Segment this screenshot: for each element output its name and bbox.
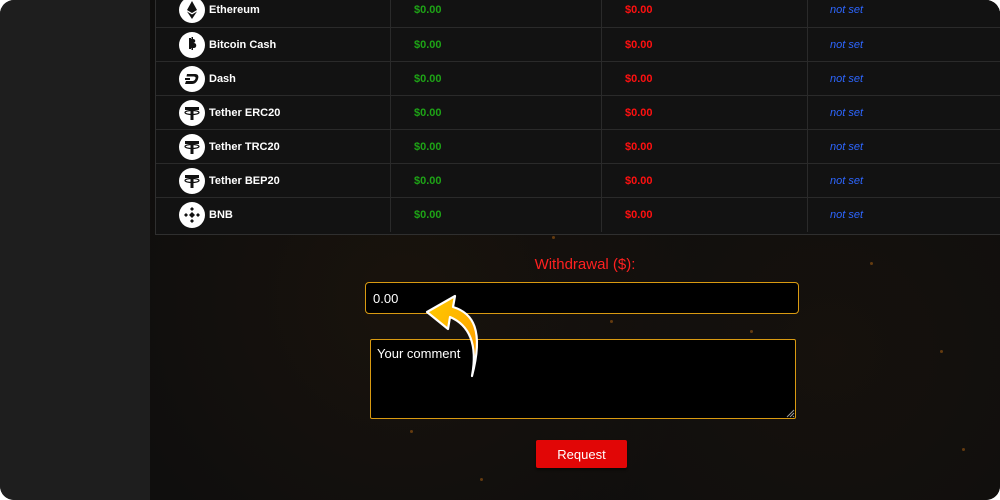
wallet-status[interactable]: not set	[807, 0, 1000, 27]
tether-icon	[179, 100, 205, 126]
background-particle	[610, 320, 613, 323]
crypto-name: BNB	[209, 209, 233, 221]
wallet-status[interactable]: not set	[807, 198, 1000, 232]
background-particle	[750, 330, 753, 333]
background-particle	[870, 262, 873, 265]
table-row: Bitcoin Cash $0.00 $0.00 not set	[156, 27, 1000, 62]
table-row: BNB $0.00 $0.00 not set	[156, 197, 1000, 232]
request-button[interactable]: Request	[536, 440, 627, 468]
pending-value: $0.00	[601, 164, 808, 198]
crypto-name-cell: Ethereum	[156, 0, 391, 27]
balance-value: $0.00	[390, 0, 602, 27]
crypto-name-cell: Tether TRC20	[156, 130, 391, 164]
tether-icon	[179, 134, 205, 160]
table-row: Ethereum $0.00 $0.00 not set	[156, 0, 1000, 27]
crypto-name-cell: Bitcoin Cash	[156, 28, 391, 62]
table-row: Tether ERC20 $0.00 $0.00 not set	[156, 95, 1000, 130]
background-particle	[410, 430, 413, 433]
balance-value: $0.00	[390, 164, 602, 198]
crypto-name: Bitcoin Cash	[209, 39, 277, 51]
wallet-status[interactable]: not set	[807, 28, 1000, 62]
ethereum-icon	[179, 0, 205, 23]
dash-icon	[179, 66, 205, 92]
pending-value: $0.00	[601, 62, 808, 96]
wallet-status[interactable]: not set	[807, 96, 1000, 130]
crypto-name: Tether BEP20	[209, 175, 280, 187]
withdrawal-label: Withdrawal ($):	[534, 256, 636, 273]
bitcoin-cash-icon	[179, 32, 205, 58]
crypto-name: Tether TRC20	[209, 141, 280, 153]
pending-value: $0.00	[601, 130, 808, 164]
crypto-name: Tether ERC20	[209, 107, 281, 119]
tether-icon	[179, 168, 205, 194]
pending-value: $0.00	[601, 28, 808, 62]
wallet-status[interactable]: not set	[807, 62, 1000, 96]
comment-textarea[interactable]	[370, 339, 796, 419]
crypto-name-cell: Tether BEP20	[156, 164, 391, 198]
crypto-name-cell: Dash	[156, 62, 391, 96]
table-row: Dash $0.00 $0.00 not set	[156, 61, 1000, 96]
balance-value: $0.00	[390, 28, 602, 62]
crypto-name: Ethereum	[209, 4, 260, 16]
pending-value: $0.00	[601, 198, 808, 232]
background-particle	[940, 350, 943, 353]
background-particle	[552, 236, 555, 239]
crypto-name-cell: BNB	[156, 198, 391, 232]
balance-value: $0.00	[390, 62, 602, 96]
table-row: Tether TRC20 $0.00 $0.00 not set	[156, 129, 1000, 164]
pending-value: $0.00	[601, 0, 808, 27]
wallet-status[interactable]: not set	[807, 130, 1000, 164]
wallet-status[interactable]: not set	[807, 164, 1000, 198]
background-particle	[962, 448, 965, 451]
balance-value: $0.00	[390, 96, 602, 130]
balance-value: $0.00	[390, 198, 602, 232]
table-row: Tether BEP20 $0.00 $0.00 not set	[156, 163, 1000, 198]
crypto-balances-table: Ethereum $0.00 $0.00 not set Bitcoin Cas…	[155, 0, 1000, 235]
background-particle	[480, 478, 483, 481]
pending-value: $0.00	[601, 96, 808, 130]
crypto-name-cell: Tether ERC20	[156, 96, 391, 130]
withdrawal-amount-input[interactable]	[365, 282, 799, 314]
bnb-icon	[179, 202, 205, 228]
balance-value: $0.00	[390, 130, 602, 164]
left-sidebar	[0, 0, 150, 500]
screenshot-frame: Ethereum $0.00 $0.00 not set Bitcoin Cas…	[0, 0, 1000, 500]
crypto-name: Dash	[209, 73, 236, 85]
